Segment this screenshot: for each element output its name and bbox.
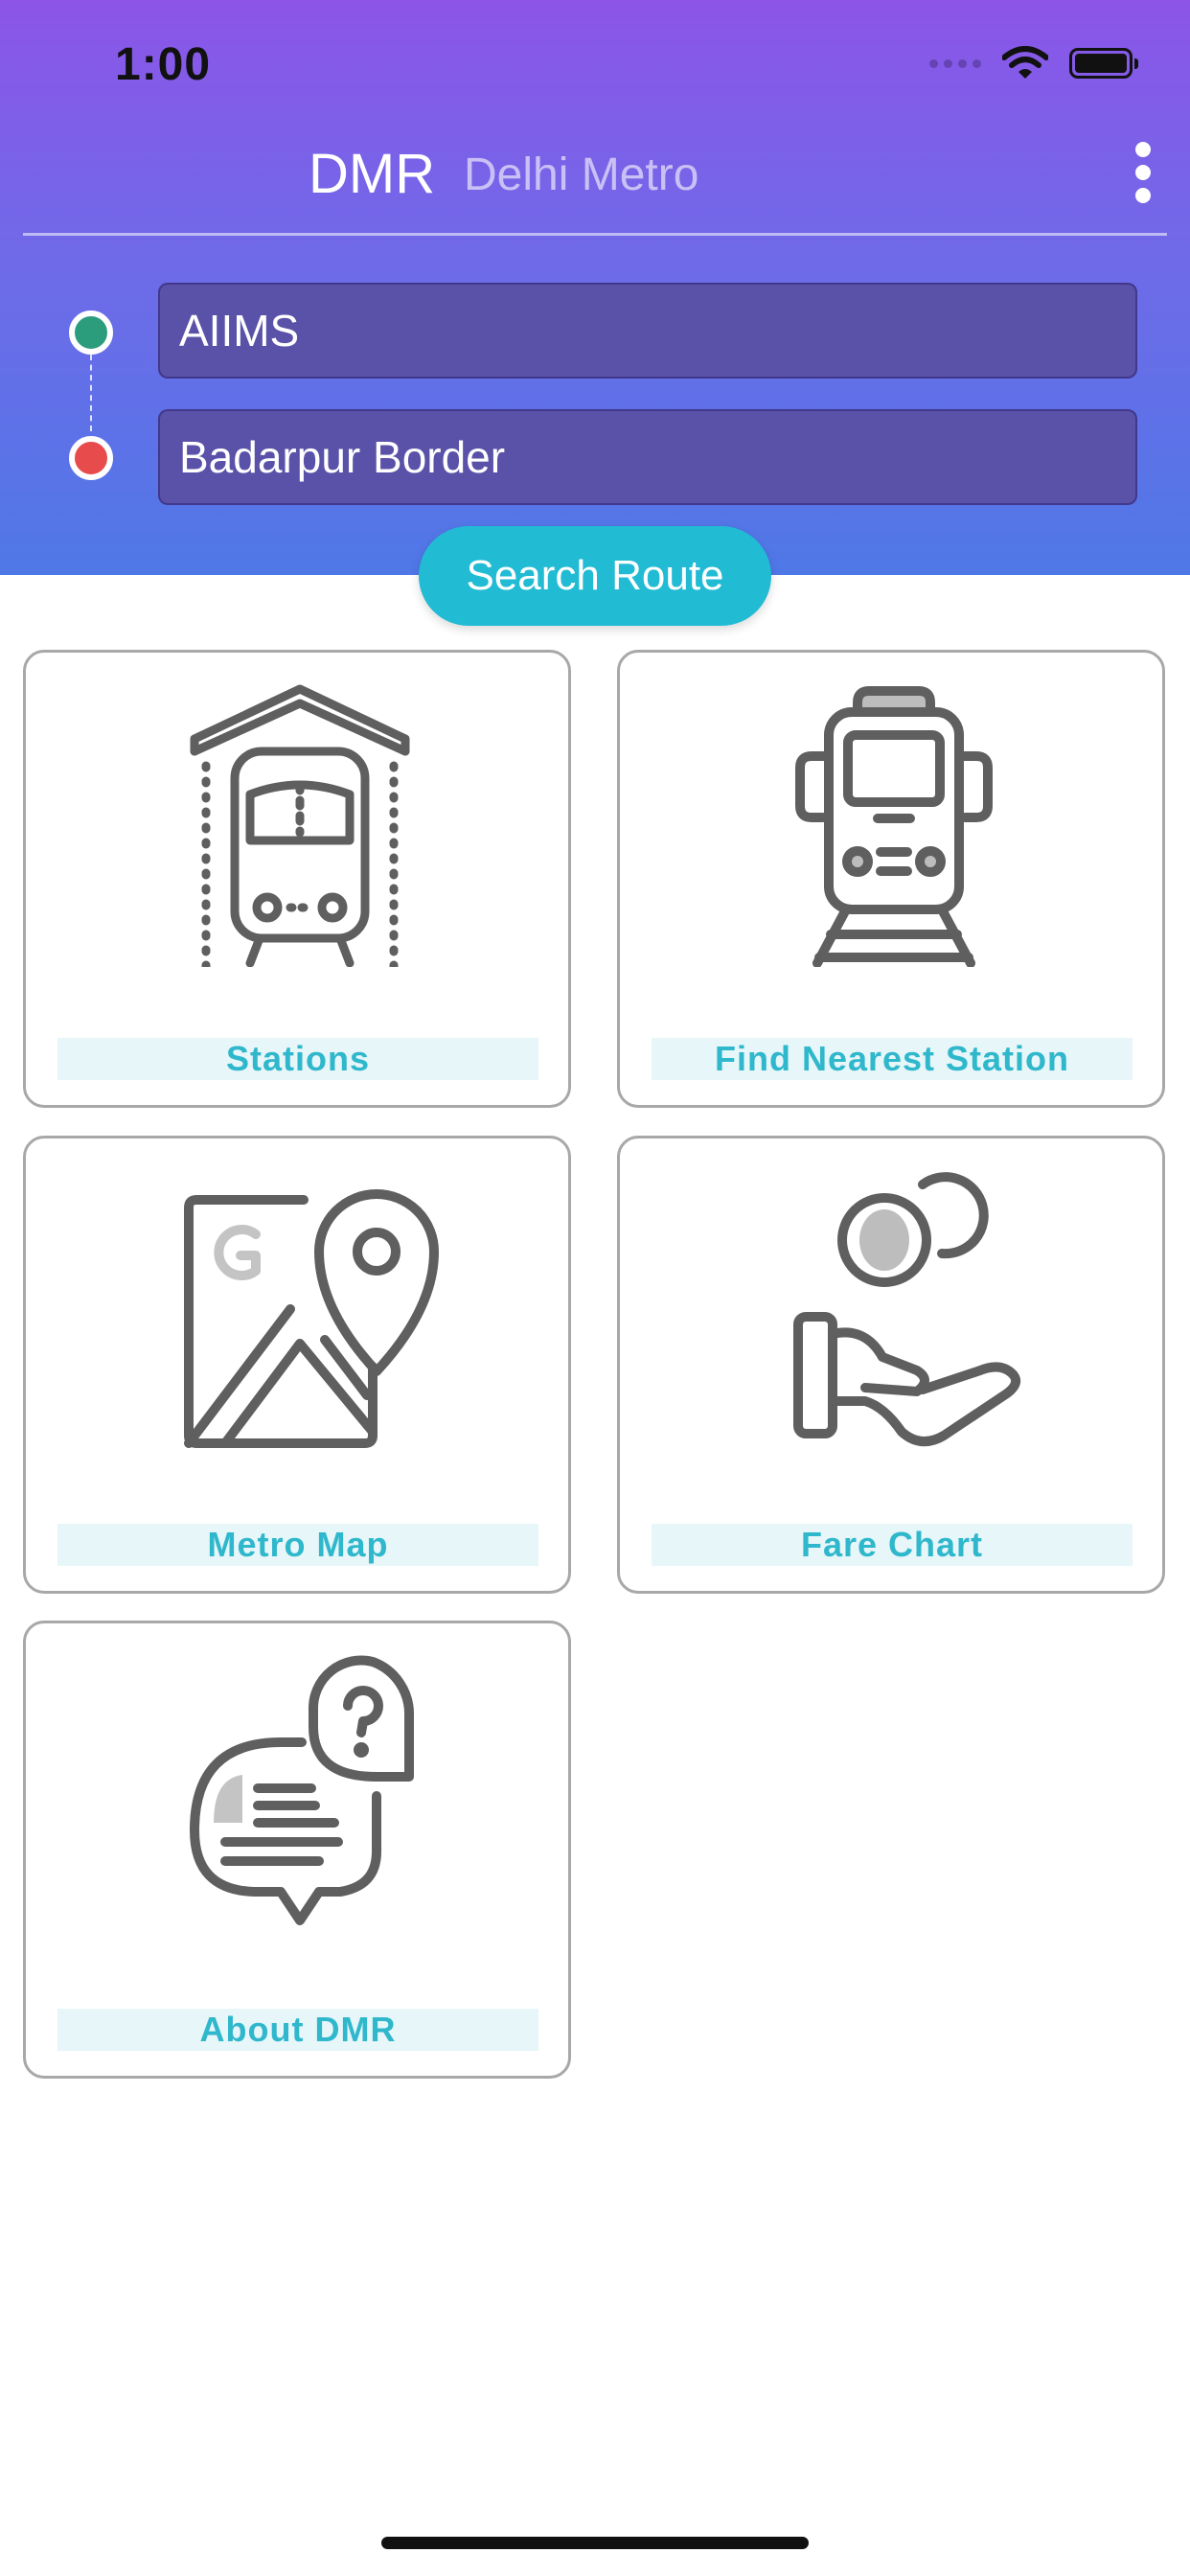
fare-chart-label: Fare Chart [652,1524,1133,1566]
app-title: DMR [309,143,436,205]
status-icons [929,46,1138,80]
destination-dot-icon [69,436,113,480]
metro-map-label: Metro Map [57,1524,538,1566]
fare-chart-tile[interactable]: Fare Chart [617,1136,1165,1594]
help-chat-icon [190,1655,415,1925]
map-pin-icon [184,1189,439,1448]
metro-train-icon [795,686,993,967]
header: 1:00 DMR Delhi Metro AIIMS Badarpur Bord… [0,0,1190,575]
status-time: 1:00 [115,39,212,90]
title-bar: DMR Delhi Metro [0,134,1190,230]
coin-hand-icon [793,1172,1021,1446]
cellular-signal-icon [929,58,981,68]
about-dmr-label: About DMR [57,2009,538,2051]
metro-map-tile[interactable]: Metro Map [23,1136,571,1594]
destination-station-field[interactable]: Badarpur Border [158,409,1137,505]
search-route-button[interactable]: Search Route [419,526,771,626]
find-nearest-station-tile[interactable]: Find Nearest Station [617,650,1165,1108]
origin-dot-icon [69,310,113,355]
more-vertical-icon[interactable] [1119,138,1167,207]
find-nearest-station-label: Find Nearest Station [652,1038,1133,1080]
station-depot-icon [190,684,410,967]
battery-icon [1069,48,1138,79]
origin-station-field[interactable]: AIIMS [158,283,1137,379]
about-dmr-tile[interactable]: About DMR [23,1621,571,2079]
route-connector [90,355,92,431]
header-divider [23,233,1167,236]
app-subtitle: Delhi Metro [464,150,699,200]
home-indicator[interactable] [381,2537,809,2549]
wifi-icon [1002,46,1048,79]
stations-label: Stations [57,1038,538,1080]
stations-tile[interactable]: Stations [23,650,571,1108]
